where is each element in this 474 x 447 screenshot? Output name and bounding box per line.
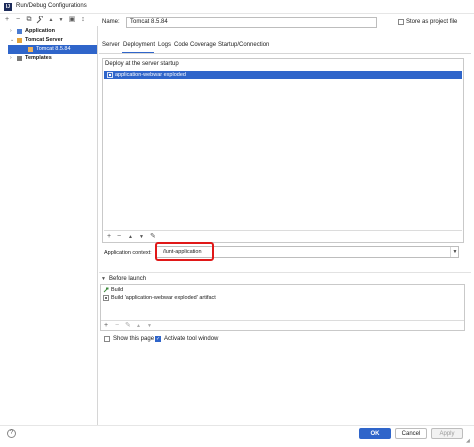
- edit-icon[interactable]: ✎: [150, 233, 156, 241]
- tomcat-icon: [17, 38, 22, 43]
- window-title: Run/Debug Configurations: [16, 3, 87, 9]
- help-icon[interactable]: ?: [7, 429, 16, 438]
- chevron-down-icon[interactable]: ▼: [101, 276, 106, 282]
- tomcat-icon: [28, 47, 33, 52]
- sort-icon[interactable]: ↕: [79, 16, 87, 24]
- chevron-down-icon[interactable]: ▼: [450, 247, 459, 257]
- red-highlight-box: [155, 242, 214, 261]
- tree-item-tomcat-8-5-84[interactable]: Tomcat 8.5.84: [8, 45, 97, 54]
- before-launch-title: Before launch: [109, 276, 147, 282]
- show-this-page-checkbox[interactable]: [104, 336, 110, 342]
- tree-item-application[interactable]: › Application: [2, 27, 97, 36]
- copy-icon[interactable]: ⧉: [25, 16, 33, 24]
- add-icon[interactable]: +: [107, 233, 111, 241]
- wrench-icon[interactable]: [36, 15, 44, 24]
- add-icon[interactable]: +: [104, 322, 108, 330]
- tree-item-label: Tomcat Server: [25, 37, 63, 43]
- tree-item-templates[interactable]: › Templates: [2, 54, 97, 63]
- app-logo-icon: IJ: [4, 3, 12, 11]
- store-as-project-file-label: Store as project file: [406, 19, 458, 25]
- deployment-list: [104, 69, 462, 230]
- move-down-icon[interactable]: ▼: [147, 322, 152, 330]
- artifact-icon: [107, 72, 113, 78]
- tab-code-coverage[interactable]: Code Coverage: [174, 42, 216, 48]
- activate-tool-window-checkbox[interactable]: ✓: [155, 336, 161, 342]
- move-down-icon[interactable]: ▼: [57, 16, 65, 24]
- name-field[interactable]: Tomcat 8.5.84: [126, 17, 377, 28]
- deployment-item-label: application-webwar exploded: [115, 72, 186, 78]
- show-this-page-label: Show this page: [113, 336, 155, 342]
- name-label: Name:: [102, 19, 120, 25]
- move-down-icon[interactable]: ▼: [139, 233, 144, 241]
- move-up-icon[interactable]: ▲: [136, 322, 141, 330]
- tree-item-label: Tomcat 8.5.84: [36, 46, 71, 52]
- folder-icon[interactable]: ▣: [68, 16, 76, 24]
- plus-icon[interactable]: +: [3, 16, 11, 24]
- edit-icon[interactable]: ✎: [125, 322, 131, 330]
- remove-icon[interactable]: −: [117, 233, 121, 241]
- application-context-label: Application context:: [104, 250, 152, 256]
- tree-item-tomcat-server[interactable]: ⌄ Tomcat Server: [2, 36, 97, 45]
- hammer-icon: [103, 287, 109, 293]
- tab-startup-connection[interactable]: Startup/Connection: [218, 42, 269, 48]
- chevron-right-icon[interactable]: ›: [10, 27, 12, 36]
- before-launch-toolbar: + − ✎ ▲ ▼: [101, 320, 464, 330]
- move-up-icon[interactable]: ▲: [47, 16, 55, 24]
- move-up-icon[interactable]: ▲: [128, 233, 133, 241]
- tab-deployment[interactable]: Deployment: [123, 42, 155, 48]
- cancel-button[interactable]: Cancel: [395, 428, 427, 439]
- resize-grip-icon[interactable]: ◢: [466, 438, 472, 444]
- left-toolbar: + − ⧉ ▲ ▼ ▣ ↕: [2, 15, 102, 26]
- deployment-toolbar: + − ▲ ▼ ✎: [104, 230, 462, 242]
- minus-icon[interactable]: −: [14, 16, 22, 24]
- apply-button[interactable]: Apply: [431, 428, 463, 439]
- ok-button[interactable]: OK: [359, 428, 391, 439]
- remove-icon[interactable]: −: [115, 322, 119, 330]
- before-launch-divider: [99, 272, 471, 273]
- chevron-down-icon[interactable]: ⌄: [10, 36, 14, 45]
- application-icon: [17, 29, 22, 34]
- tree-item-label: Templates: [25, 55, 52, 61]
- before-launch-item-build[interactable]: Build: [111, 287, 123, 293]
- chevron-right-icon[interactable]: ›: [10, 54, 12, 63]
- before-launch-item-artifact[interactable]: Build 'application-webwar exploded' arti…: [111, 295, 216, 301]
- tree-item-label: Application: [25, 28, 55, 34]
- activate-tool-window-label: Activate tool window: [164, 336, 219, 342]
- wrench-icon: [17, 56, 22, 61]
- tab-server[interactable]: Server: [102, 42, 120, 48]
- configuration-tree: › Application ⌄ Tomcat Server Tomcat 8.5…: [2, 26, 98, 443]
- store-as-project-file-checkbox[interactable]: [398, 19, 404, 25]
- tabs-divider: [99, 53, 471, 54]
- tab-logs[interactable]: Logs: [158, 42, 171, 48]
- artifact-icon: [103, 295, 109, 301]
- deployment-panel-title: Deploy at the server startup: [105, 61, 179, 67]
